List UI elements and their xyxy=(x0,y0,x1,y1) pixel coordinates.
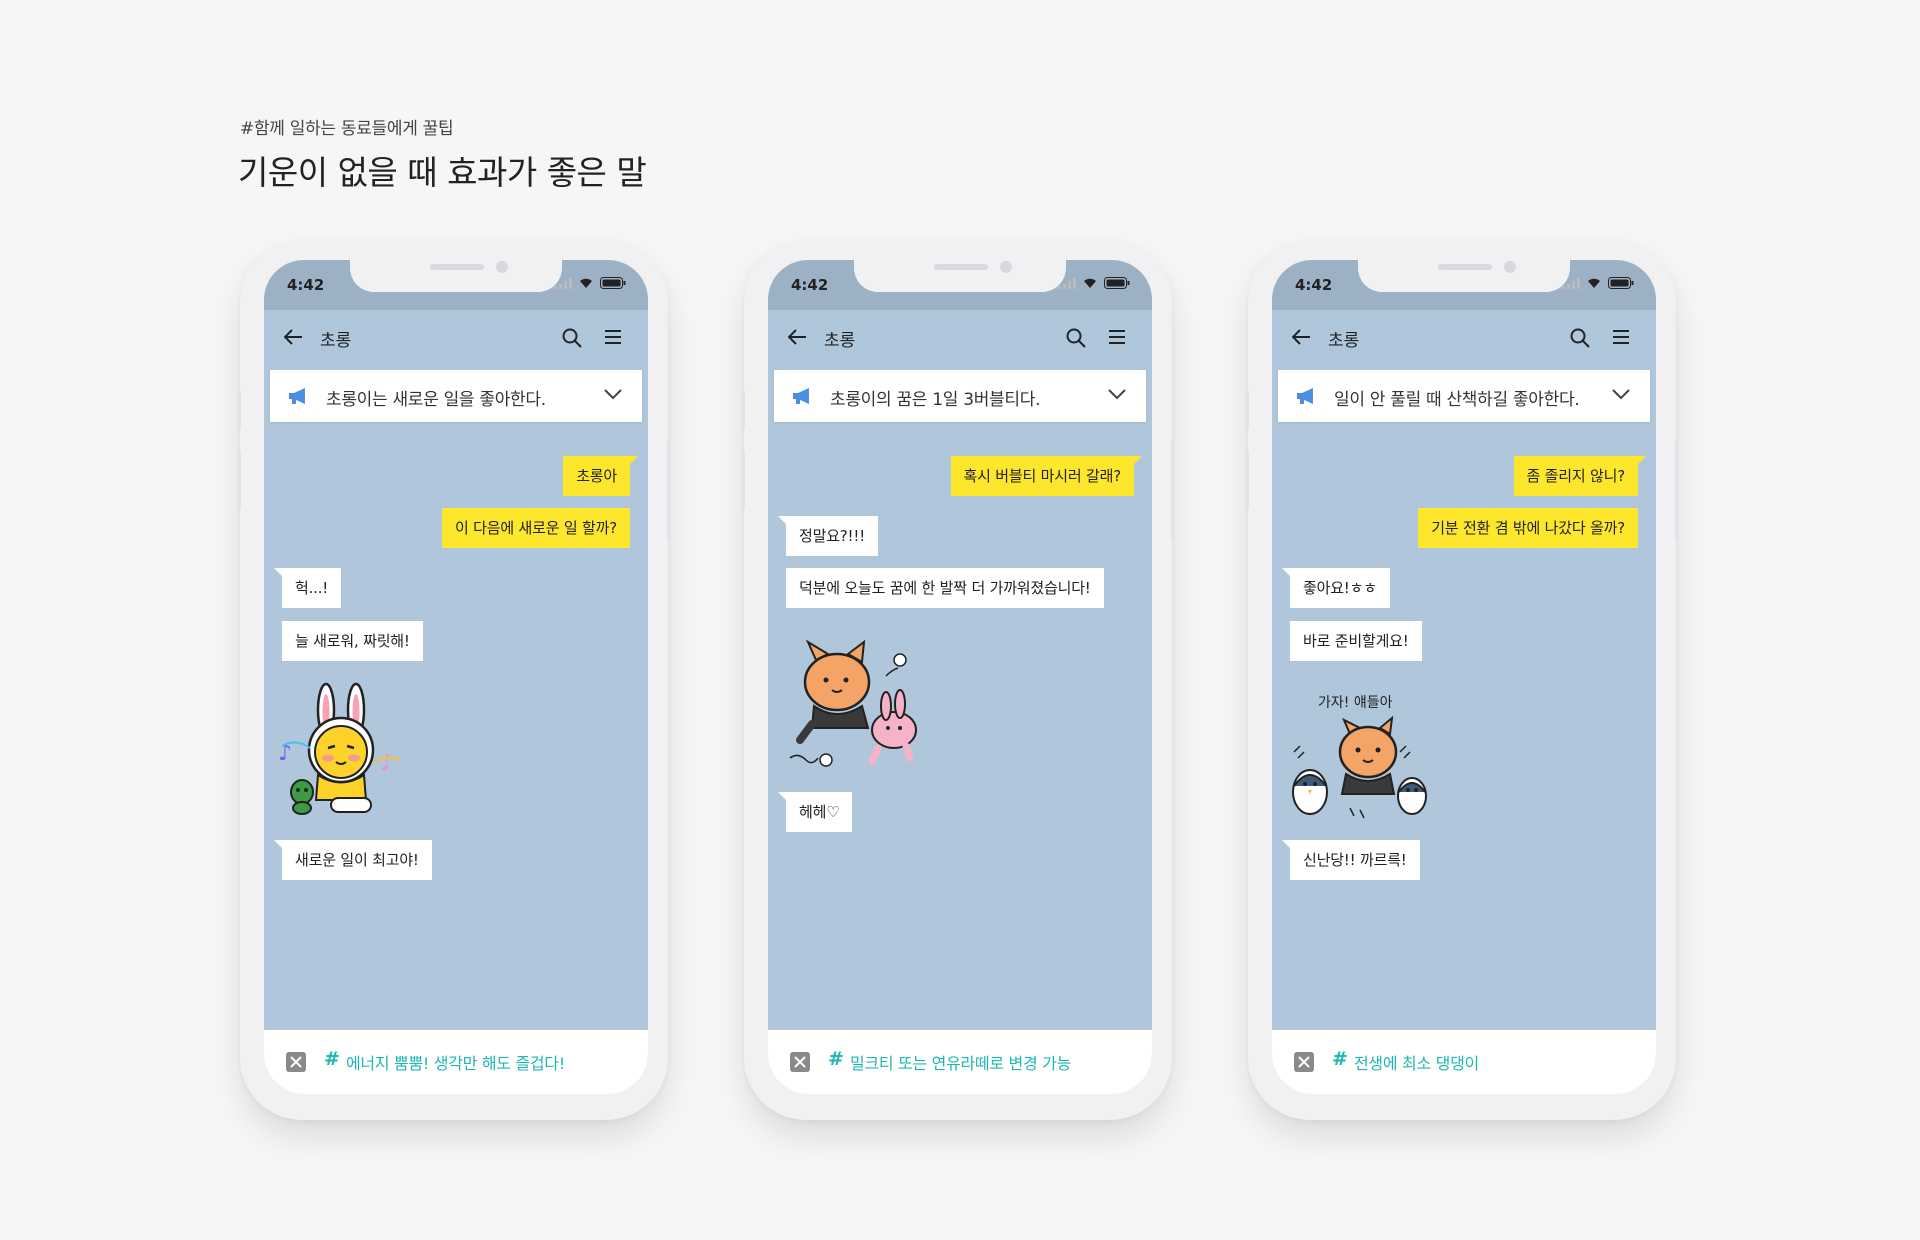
search-icon[interactable] xyxy=(1570,328,1590,348)
hero-title: 기운이 없을 때 효과가 좋은 말 xyxy=(238,153,647,192)
phone-mockup-1: 4:42 초롱 초롱이는 새로운 일을 좋아한다. 초롱아 이 다음에 새로운 … xyxy=(237,240,671,1120)
chevron-down-icon[interactable] xyxy=(604,388,622,400)
raccoon-and-rabbit-sticker xyxy=(789,640,917,767)
phone-mockup-3: 4:42 초롱 일이 안 풀릴 때 산책하길 좋아한다. 좀 졸리지 않니? 기… xyxy=(1245,240,1679,1120)
notice-banner[interactable]: 초롱이의 꿈은 1일 3버블티다. xyxy=(774,370,1146,422)
hashtag-icon: # xyxy=(1332,1048,1348,1070)
search-icon[interactable] xyxy=(562,328,582,348)
hashtag-text: 전생에 최소 댕댕이 xyxy=(1354,1054,1479,1073)
status-bar: 4:42 xyxy=(264,260,648,310)
wifi-icon xyxy=(1588,278,1600,288)
hashtag-icon: # xyxy=(324,1048,340,1070)
notch xyxy=(1358,260,1570,292)
menu-icon[interactable] xyxy=(1612,329,1630,345)
notice-banner[interactable]: 초롱이는 새로운 일을 좋아한다. xyxy=(270,370,642,422)
menu-icon[interactable] xyxy=(604,329,622,345)
notice-text: 초롱이의 꿈은 1일 3버블티다. xyxy=(830,390,1041,410)
notice-text: 일이 안 풀릴 때 산책하길 좋아한다. xyxy=(1334,390,1580,410)
close-icon[interactable] xyxy=(286,1052,306,1072)
notch xyxy=(350,260,562,292)
sticker-caption: 가자! 얘들아 xyxy=(1318,695,1393,711)
chat-title: 초롱 xyxy=(320,331,352,351)
phone-screen: 4:42 초롱 초롱이의 꿈은 1일 3버블티다. 혹시 버블티 마시러 갈래?… xyxy=(768,260,1152,1094)
chevron-down-icon[interactable] xyxy=(1612,388,1630,400)
their-message: 헤헤♡ xyxy=(777,792,853,832)
menu-icon[interactable] xyxy=(1108,329,1126,345)
phone-screen: 4:42 초롱 초롱이는 새로운 일을 좋아한다. 초롱아 이 다음에 새로운 … xyxy=(264,260,648,1094)
search-icon[interactable] xyxy=(1066,328,1086,348)
status-bar: 4:42 xyxy=(1272,260,1656,310)
chevron-down-icon[interactable] xyxy=(1108,388,1126,400)
back-arrow-icon[interactable] xyxy=(788,328,808,346)
chat-title: 초롱 xyxy=(824,331,856,351)
close-icon[interactable] xyxy=(790,1052,810,1072)
hashtag-bar: # 밀크티 또는 연유라떼로 변경 가능 xyxy=(768,1030,1152,1094)
back-arrow-icon[interactable] xyxy=(284,328,304,346)
hashtag-text: 밀크티 또는 연유라떼로 변경 가능 xyxy=(850,1054,1072,1073)
rabbit-costume-character-sticker: ♪ ♪ xyxy=(278,682,401,815)
their-message: 신난당!! 까르륵! xyxy=(1282,840,1420,880)
status-icons xyxy=(554,277,626,289)
their-message: 바로 준비할게요! xyxy=(1290,621,1422,661)
battery-icon xyxy=(1608,277,1634,289)
status-icons xyxy=(1562,277,1634,289)
hashtag-icon: # xyxy=(828,1048,844,1070)
signal-icon xyxy=(554,277,572,289)
phone-mockup-2: 4:42 초롱 초롱이의 꿈은 1일 3버블티다. 혹시 버블티 마시러 갈래?… xyxy=(741,240,1175,1120)
status-bar: 4:42 xyxy=(768,260,1152,310)
status-time: 4:42 xyxy=(287,276,325,294)
my-message: 이 다음에 새로운 일 할까? xyxy=(441,508,630,548)
hashtag-bar: # 에너지 뿜뿜! 생각만 해도 즐겁다! xyxy=(264,1030,648,1094)
raccoon-with-penguins-sticker xyxy=(1292,715,1427,819)
status-icons xyxy=(1058,277,1130,289)
chat-header: 초롱 xyxy=(1272,310,1656,366)
battery-icon xyxy=(600,277,626,289)
battery-icon xyxy=(1104,277,1130,289)
notice-banner[interactable]: 일이 안 풀릴 때 산책하길 좋아한다. xyxy=(1278,370,1650,422)
my-message: 혹시 버블티 마시러 갈래? xyxy=(950,456,1143,496)
wifi-icon xyxy=(1084,278,1096,288)
chat-title: 초롱 xyxy=(1328,331,1360,351)
back-arrow-icon[interactable] xyxy=(1292,328,1312,346)
my-message: 좀 졸리지 않니? xyxy=(1513,456,1646,496)
chat-header: 초롱 xyxy=(768,310,1152,366)
their-message: 새로운 일이 최고야! xyxy=(274,840,432,880)
hashtag-bar: # 전생에 최소 댕댕이 xyxy=(1272,1030,1656,1094)
notice-text: 초롱이는 새로운 일을 좋아한다. xyxy=(326,390,546,410)
megaphone-icon xyxy=(289,388,305,404)
their-message: 좋아요!ㅎㅎ xyxy=(1282,568,1390,608)
their-message: 늘 새로워, 짜릿해! xyxy=(282,621,423,661)
my-message: 초롱아 xyxy=(563,456,638,496)
their-message: 덕분에 오늘도 꿈에 한 발짝 더 가까워졌습니다! xyxy=(786,568,1104,608)
hero-tag: #함께 일하는 동료들에게 꿀팁 xyxy=(240,119,454,139)
hashtag-text: 에너지 뿜뿜! 생각만 해도 즐겁다! xyxy=(346,1054,565,1073)
signal-icon xyxy=(1562,277,1580,289)
their-message: 정말요?!!! xyxy=(777,516,879,556)
status-time: 4:42 xyxy=(1295,276,1333,294)
my-message: 기분 전환 겸 밖에 나갔다 올까? xyxy=(1418,508,1638,548)
notch xyxy=(854,260,1066,292)
megaphone-icon xyxy=(1297,388,1313,404)
close-icon[interactable] xyxy=(1294,1052,1314,1072)
svg-text:♪: ♪ xyxy=(380,751,394,776)
status-time: 4:42 xyxy=(791,276,829,294)
their-message: 헉...! xyxy=(273,568,342,608)
chat-header: 초롱 xyxy=(264,310,648,366)
signal-icon xyxy=(1058,277,1076,289)
wifi-icon xyxy=(580,278,592,288)
phone-screen: 4:42 초롱 일이 안 풀릴 때 산책하길 좋아한다. 좀 졸리지 않니? 기… xyxy=(1272,260,1656,1094)
megaphone-icon xyxy=(793,388,809,404)
